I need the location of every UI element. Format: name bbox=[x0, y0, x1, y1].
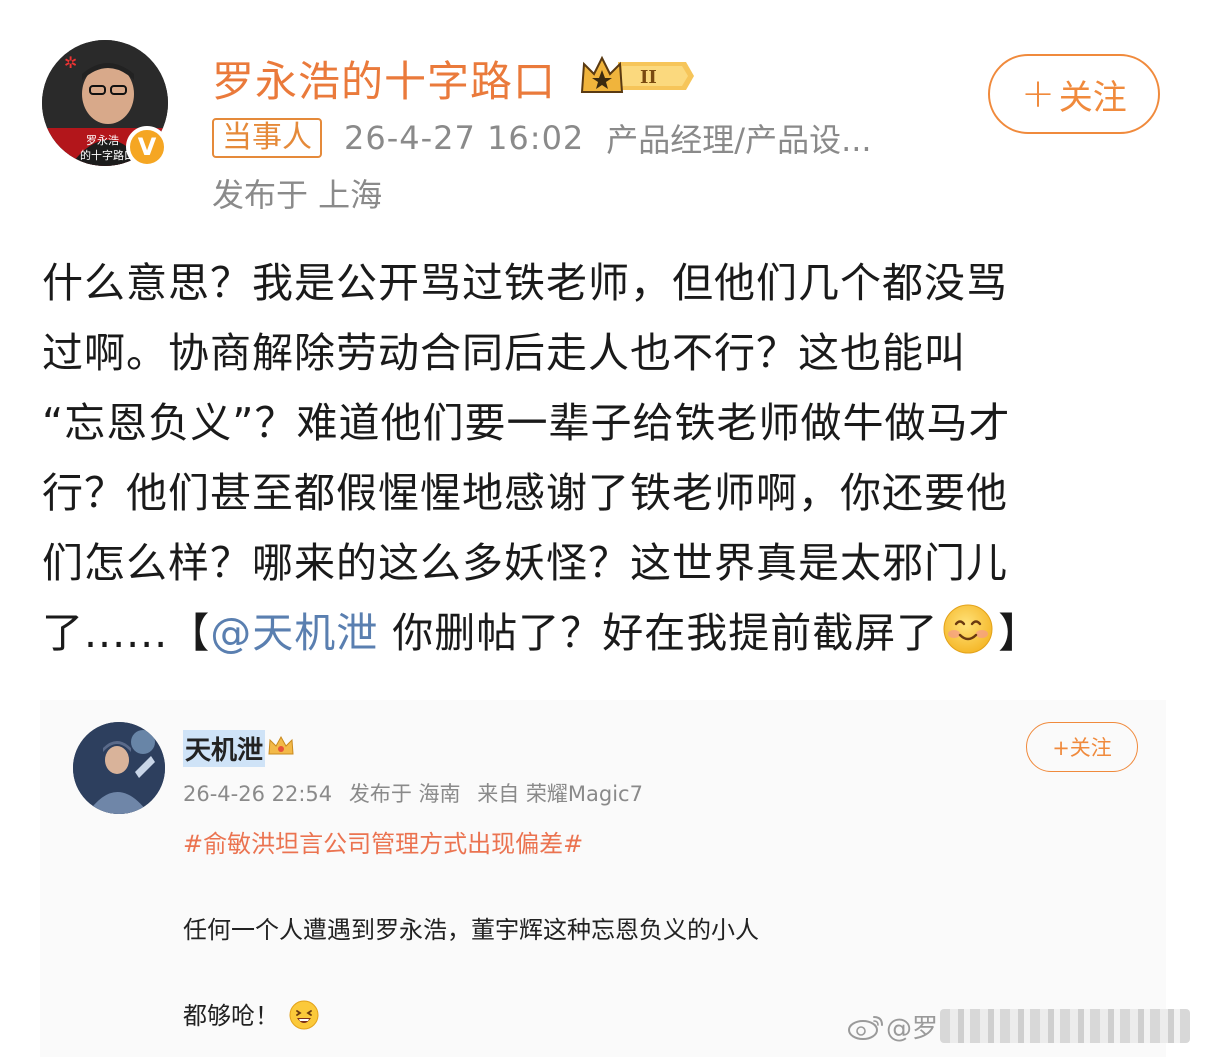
weibo-logo-icon bbox=[848, 1016, 883, 1040]
post-body-text: 了......【 bbox=[42, 609, 211, 657]
post-meta: 当事人 26-4-27 16:02 产品经理/产品设... bbox=[212, 118, 872, 159]
quoted-post-text: 都够呛！ bbox=[183, 1002, 279, 1030]
quoted-post-card[interactable]: 天机泄 +关注 26-4-26 22:54 发布于 海南 来自 荣耀Magic7… bbox=[40, 700, 1166, 1057]
weibo-watermark: @罗 bbox=[846, 1006, 1191, 1046]
quoted-author-name[interactable]: 天机泄 bbox=[183, 730, 266, 767]
post-body: 什么意思？我是公开骂过铁老师，但他们几个都没骂 过啊。协商解除劳动合同后走人也不… bbox=[42, 248, 1152, 668]
topic-hashtag-link[interactable]: #俞敏洪坦言公司管理方式出现偏差# bbox=[183, 824, 583, 859]
quoted-avatar-portrait bbox=[73, 722, 165, 814]
follow-button[interactable]: + 关注 bbox=[988, 54, 1160, 134]
smile-emoji-icon bbox=[943, 604, 993, 654]
avatar-caption-1: 罗永浩 bbox=[86, 133, 119, 147]
post-body-line: 什么意思？我是公开骂过铁老师，但他们几个都没骂 bbox=[42, 259, 1008, 307]
verified-badge-icon: V bbox=[126, 126, 168, 168]
quoted-post-text-line2: 都够呛！ bbox=[183, 996, 319, 1031]
watermark-handle: @罗 bbox=[886, 1013, 939, 1044]
post-body-text: 你删帖了？好在我提前截屏了 bbox=[378, 609, 939, 657]
mention-link[interactable]: @天机泄 bbox=[210, 609, 378, 657]
crown-level-badge-icon: II bbox=[578, 52, 696, 104]
quoted-author-avatar[interactable] bbox=[73, 722, 165, 814]
svg-text:✲: ✲ bbox=[64, 53, 77, 72]
quoted-follow-button[interactable]: +关注 bbox=[1026, 722, 1138, 772]
author-profession: 产品经理/产品设... bbox=[606, 121, 872, 159]
post-time[interactable]: 26-4-27 16:02 bbox=[344, 119, 584, 157]
post-body-line: 过啊。协商解除劳动合同后走人也不行？这也能叫 bbox=[42, 329, 966, 377]
plus-icon: + bbox=[1021, 71, 1055, 117]
crown-level-text: II bbox=[640, 67, 657, 88]
post-body-line: “忘恩负义”？难道他们要一辈子给铁老师做牛做马才 bbox=[42, 399, 1011, 447]
party-tag: 当事人 bbox=[212, 118, 322, 158]
follow-button-label: 关注 bbox=[1058, 77, 1127, 118]
post-location: 发布于 上海 bbox=[212, 176, 383, 214]
post-body-last-line: 了......【@天机泄 你删帖了？好在我提前截屏了 】 bbox=[42, 598, 1152, 668]
quoted-post-location: 发布于 海南 bbox=[348, 782, 461, 806]
quoted-post-source: 来自 荣耀Magic7 bbox=[477, 782, 643, 806]
quoted-post-text: 任何一个人遭遇到罗永浩，董宇辉这种忘恩负义的小人 bbox=[183, 916, 759, 944]
crown-icon bbox=[267, 734, 295, 762]
quoted-post-meta: 26-4-26 22:54 发布于 海南 来自 荣耀Magic7 bbox=[183, 778, 653, 808]
post-body-line: 行？他们甚至都假惺惺地感谢了铁老师啊，你还要他 bbox=[42, 469, 1008, 517]
post-body-text: 】 bbox=[998, 609, 1041, 657]
author-name[interactable]: 罗永浩的十字路口 bbox=[212, 48, 556, 109]
post-body-line: 们怎么样？哪来的这么多妖怪？这世界真是太邪门儿 bbox=[42, 539, 1008, 587]
laugh-emoji-icon bbox=[289, 1000, 319, 1030]
watermark-blurred-text bbox=[940, 1009, 1191, 1043]
quoted-post-time: 26-4-26 22:54 bbox=[183, 782, 333, 806]
